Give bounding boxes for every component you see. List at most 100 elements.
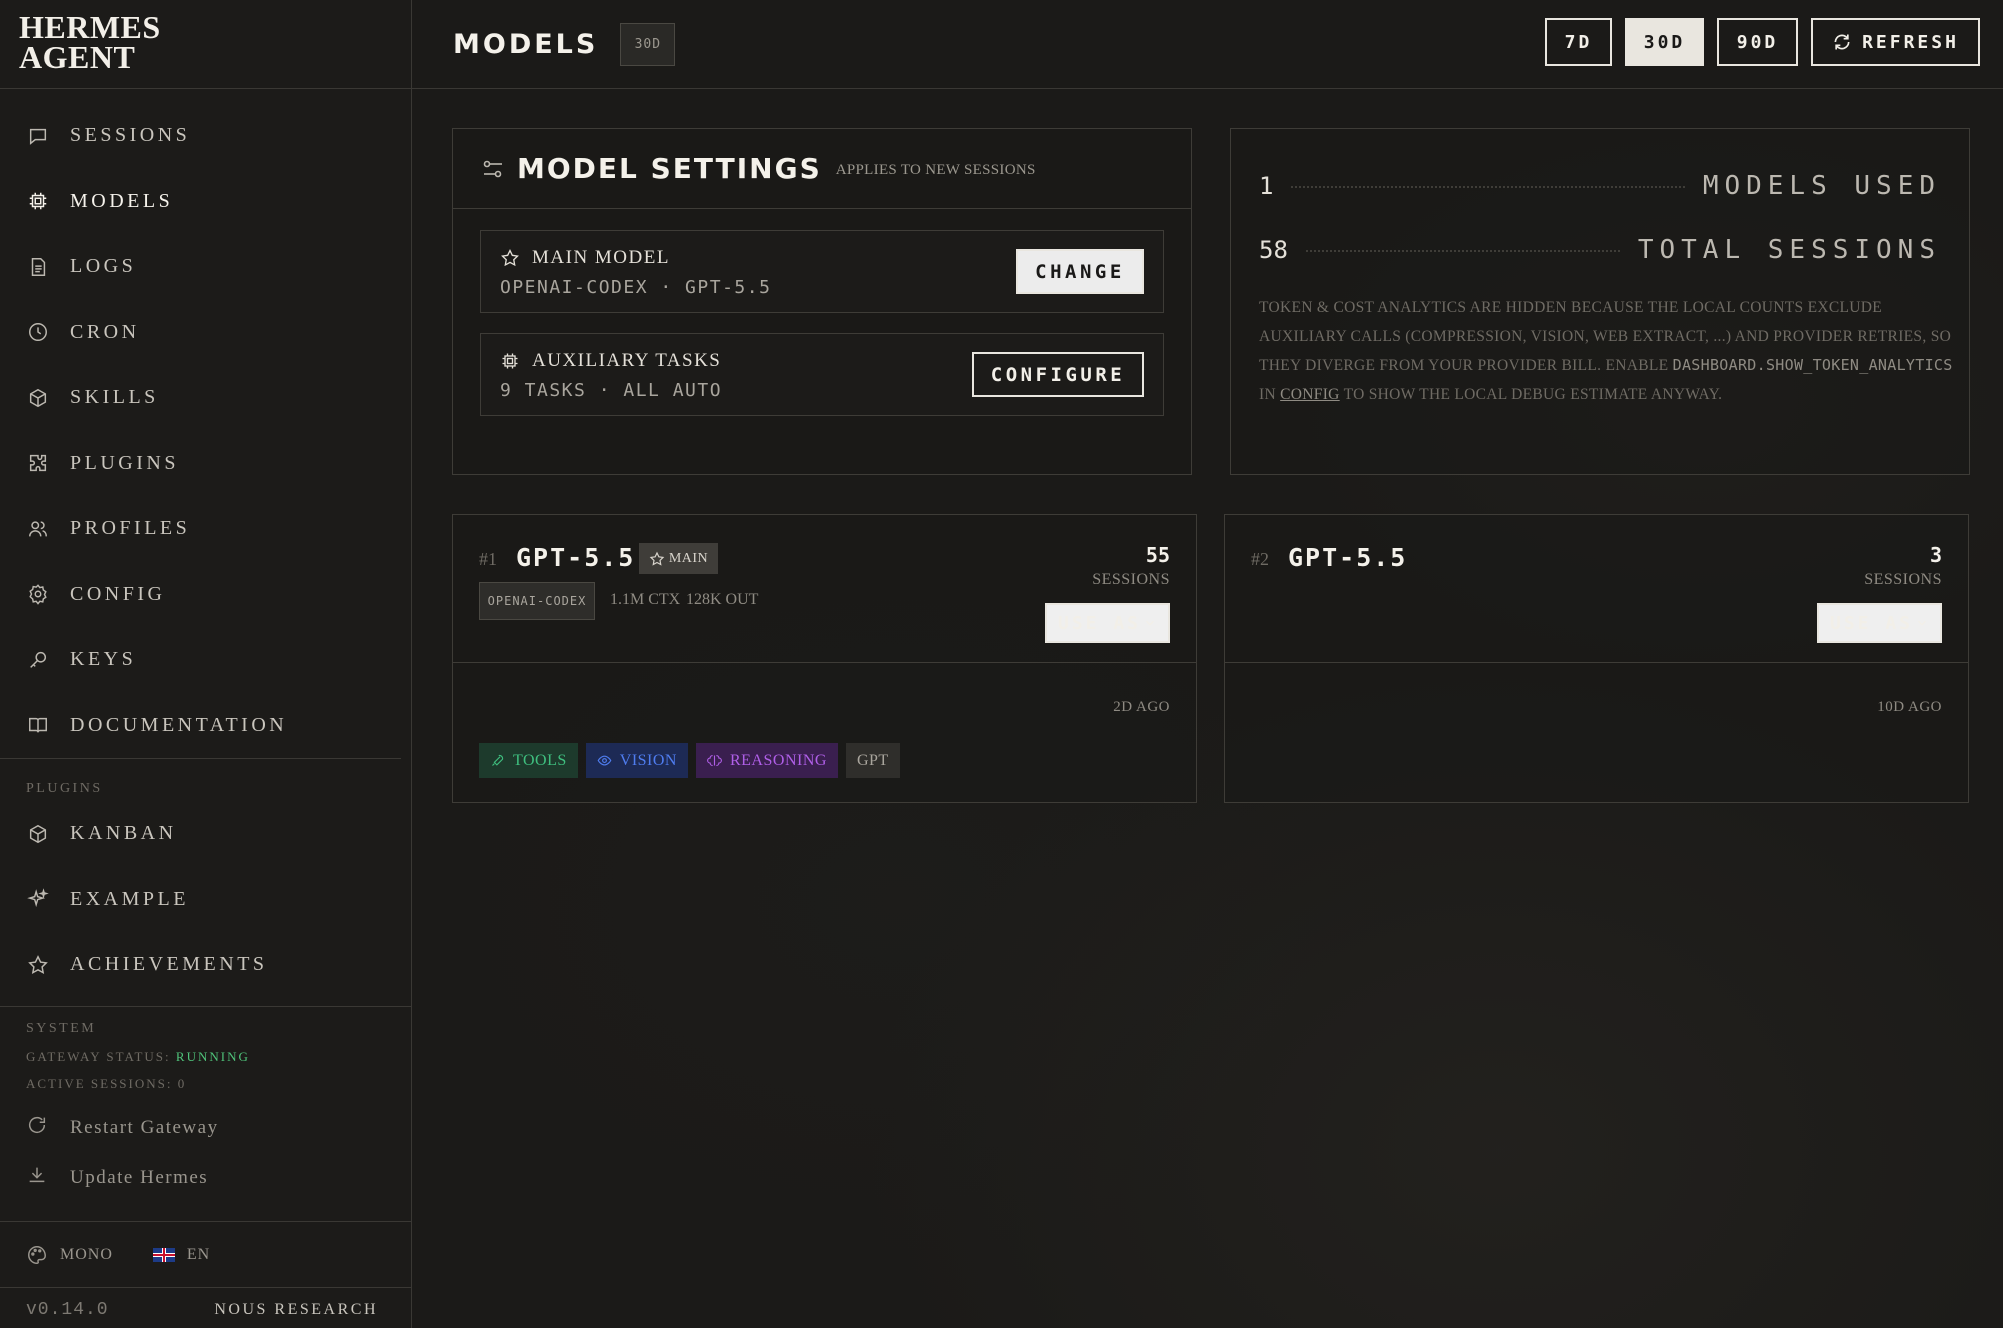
capability-label: GPT bbox=[856, 751, 889, 769]
sidebar-item-label: EXAMPLE bbox=[70, 887, 189, 910]
sidebar-item-label: LOGS bbox=[70, 255, 137, 278]
sidebar-item-achievements[interactable]: ACHIEVEMENTS bbox=[0, 932, 411, 998]
sidebar-footer-controls: MONO EN bbox=[0, 1221, 412, 1287]
download-icon bbox=[26, 1164, 50, 1191]
sidebar-item-profiles[interactable]: PROFILES bbox=[0, 496, 411, 562]
total-sessions-value: 58 bbox=[1259, 236, 1288, 264]
configure-button[interactable]: CONFIGURE bbox=[972, 352, 1144, 397]
session-count-label: SESSIONS bbox=[1864, 571, 1942, 588]
update-hermes-label: Update Hermes bbox=[70, 1166, 209, 1188]
auxiliary-tasks-row: AUXILIARY TASKS 9 TASKS · ALL AUTO CONFI… bbox=[480, 333, 1164, 416]
brand-line-1: HERMES bbox=[19, 9, 161, 45]
brain-icon bbox=[707, 754, 722, 767]
sliders-icon bbox=[483, 160, 502, 177]
active-sessions-label: ACTIVE SESSIONS: bbox=[26, 1075, 173, 1091]
sidebar-item-sessions[interactable]: SESSIONS bbox=[0, 103, 411, 169]
active-sessions-value: 0 bbox=[177, 1075, 187, 1091]
refresh-icon bbox=[1834, 34, 1850, 50]
sidebar-item-label: CONFIG bbox=[70, 582, 166, 605]
note-text: TO SHOW THE LOCAL DEBUG ESTIMATE ANYWAY. bbox=[1343, 386, 1723, 403]
sidebar-item-keys[interactable]: KEYS bbox=[0, 627, 411, 693]
change-model-button[interactable]: CHANGE bbox=[1016, 249, 1144, 294]
model-settings-subtitle: APPLIES TO NEW SESSIONS bbox=[835, 162, 1036, 178]
use-as-button[interactable]: USE AS bbox=[1045, 603, 1170, 643]
sidebar-item-label: SKILLS bbox=[70, 386, 159, 409]
sidebar-item-config[interactable]: CONFIG bbox=[0, 562, 411, 628]
last-used: 2D AGO bbox=[1113, 699, 1170, 715]
chevron-down-icon bbox=[1146, 620, 1154, 626]
chevron-down-icon bbox=[1918, 620, 1926, 626]
sidebar-item-example[interactable]: EXAMPLE bbox=[0, 867, 411, 933]
models-used-value: 1 bbox=[1259, 172, 1274, 200]
uk-flag-icon bbox=[152, 1247, 175, 1262]
page-header: MODELS 30D 7D 30D 90D REFRESH bbox=[412, 0, 2003, 89]
capability-tags: TOOLS VISION REASONING GPT bbox=[479, 743, 900, 778]
sidebar-item-label: KEYS bbox=[70, 648, 137, 671]
gear-icon bbox=[26, 582, 50, 606]
sidebar-item-label: CRON bbox=[70, 320, 140, 343]
star-icon bbox=[501, 248, 519, 267]
range-90d-button[interactable]: 90D bbox=[1717, 18, 1798, 66]
sidebar-item-cron[interactable]: CRON bbox=[0, 300, 411, 366]
theme-toggle[interactable]: MONO bbox=[26, 1244, 113, 1266]
document-icon bbox=[26, 255, 50, 279]
capability-tag-gpt: GPT bbox=[845, 743, 900, 778]
sidebar-item-models[interactable]: MODELS bbox=[0, 169, 411, 235]
range-7d-button[interactable]: 7D bbox=[1545, 18, 1612, 66]
main-model-label: MAIN MODEL bbox=[532, 247, 670, 268]
chip-icon bbox=[502, 353, 518, 369]
plugins-section-label: PLUGINS bbox=[26, 781, 103, 796]
dot-leader bbox=[1291, 186, 1685, 188]
range-30d-button[interactable]: 30D bbox=[1625, 18, 1704, 66]
main-badge: MAIN bbox=[639, 543, 718, 574]
cube-icon bbox=[26, 822, 50, 846]
org-link[interactable]: NOUS RESEARCH bbox=[214, 1301, 378, 1319]
sidebar-item-documentation[interactable]: DOCUMENTATION bbox=[0, 693, 411, 759]
brand-logo[interactable]: HERMES AGENT bbox=[0, 0, 411, 89]
star-icon bbox=[649, 551, 665, 566]
session-count-label: SESSIONS bbox=[1092, 571, 1170, 588]
sidebar-item-kanban[interactable]: KANBAN bbox=[0, 801, 411, 867]
sidebar-item-skills[interactable]: SKILLS bbox=[0, 365, 411, 431]
model-card: #2 GPT-5.5 3 SESSIONS USE AS 10D AGO bbox=[1224, 514, 1969, 803]
capability-tag-tools: TOOLS bbox=[479, 743, 578, 778]
eye-icon bbox=[597, 755, 612, 766]
update-hermes-button[interactable]: Update Hermes bbox=[26, 1153, 411, 1203]
sidebar-item-label: KANBAN bbox=[70, 822, 177, 845]
model-card-header: #2 GPT-5.5 3 SESSIONS USE AS bbox=[1225, 515, 1968, 663]
capability-label: REASONING bbox=[729, 751, 827, 769]
sidebar-item-plugins[interactable]: PLUGINS bbox=[0, 431, 411, 497]
refresh-button[interactable]: REFRESH bbox=[1811, 18, 1980, 66]
main-badge-label: MAIN bbox=[668, 550, 709, 566]
config-link[interactable]: CONFIG bbox=[1280, 386, 1340, 403]
cube-icon bbox=[26, 386, 50, 410]
brand-line-2: AGENT bbox=[19, 39, 136, 75]
capability-tag-vision: VISION bbox=[585, 743, 688, 778]
version-label: v0.14.0 bbox=[26, 1300, 109, 1320]
sidebar: HERMES AGENT SESSIONS MODELS LOGS CRON S… bbox=[0, 0, 412, 1328]
session-count: 55 bbox=[1145, 543, 1170, 567]
chip-icon bbox=[26, 189, 50, 213]
provider-badge: OPENAI-CODEX bbox=[479, 582, 595, 620]
last-used: 10D AGO bbox=[1877, 699, 1942, 715]
model-name: GPT-5.5 bbox=[1288, 543, 1408, 572]
page-title: MODELS bbox=[453, 28, 599, 60]
users-icon bbox=[26, 517, 50, 541]
book-icon bbox=[26, 713, 50, 737]
sidebar-item-label: PROFILES bbox=[70, 517, 191, 540]
refresh-label: REFRESH bbox=[1862, 31, 1959, 53]
model-settings-header: MODEL SETTINGS APPLIES TO NEW SESSIONS bbox=[453, 129, 1191, 209]
language-toggle[interactable]: EN bbox=[152, 1245, 211, 1264]
sidebar-item-logs[interactable]: LOGS bbox=[0, 234, 411, 300]
usage-stats-card: 1 MODELS USED 58 TOTAL SESSIONS TOKEN & … bbox=[1230, 128, 1970, 475]
model-rank: #1 bbox=[479, 549, 497, 569]
capability-label: TOOLS bbox=[513, 751, 567, 769]
restart-gateway-button[interactable]: Restart Gateway bbox=[26, 1103, 411, 1153]
restart-gateway-label: Restart Gateway bbox=[70, 1116, 219, 1138]
use-as-button[interactable]: USE AS bbox=[1817, 603, 1942, 643]
gateway-status-label: GATEWAY STATUS: bbox=[26, 1048, 171, 1064]
use-as-label: USE AS bbox=[1057, 612, 1142, 634]
palette-icon bbox=[28, 1245, 46, 1264]
star-icon bbox=[26, 953, 50, 977]
language-label: EN bbox=[186, 1245, 211, 1263]
